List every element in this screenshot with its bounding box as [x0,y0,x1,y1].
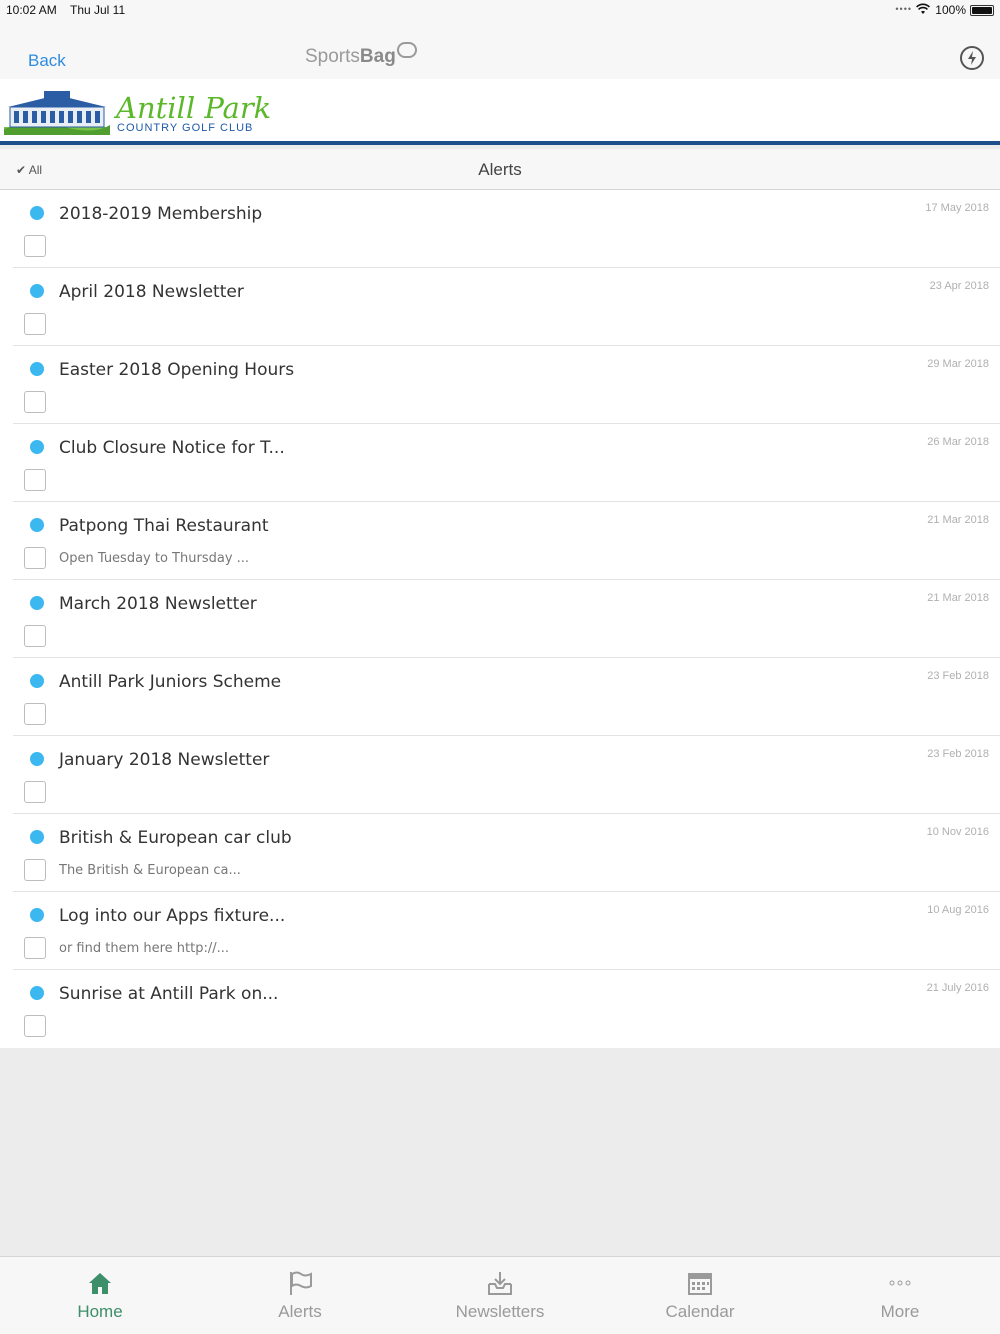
alerts-filter-bar: ✔ All Alerts [0,149,1000,190]
home-icon [86,1269,114,1297]
tab-label: Newsletters [455,1302,545,1321]
alert-date: 21 July 2016 [926,982,989,994]
unread-dot-icon [30,518,44,532]
alert-date: 29 Mar 2018 [927,358,989,370]
sportsbag-logo: SportsBag [305,42,417,68]
navigation-bar: Back SportsBag [0,22,1000,79]
unread-dot-icon [30,206,44,220]
tab-label: Calendar [665,1302,735,1321]
alert-title: Patpong Thai Restaurant [59,516,269,536]
alert-preview: The British & European ca... [59,863,241,878]
alert-date: 23 Feb 2018 [927,670,989,682]
chat-bubble-icon [396,42,417,58]
back-button[interactable]: Back [28,51,66,71]
alert-checkbox[interactable] [24,859,46,881]
alert-title: April 2018 Newsletter [59,282,244,302]
alert-title: British & European car club [59,828,292,848]
alert-preview: Open Tuesday to Thursday ... [59,551,250,566]
brand-bold-text: Bag [359,46,396,67]
tab-home[interactable]: Home [0,1257,200,1334]
battery-icon [970,5,994,16]
alerts-list: 2018-2019 Membership 17 May 2018 April 201… [0,190,1000,1048]
alert-row[interactable]: April 2018 Newsletter 23 Apr 2018 [13,268,1000,346]
tab-more[interactable]: More [800,1257,1000,1334]
alert-row[interactable]: Patpong Thai Restaurant Open Tuesday to T… [13,502,1000,580]
unread-dot-icon [30,830,44,844]
alert-row[interactable]: British & European car club The British &… [13,814,1000,892]
alert-title: 2018-2019 Membership [59,204,263,224]
tab-label: More [880,1302,920,1321]
alert-checkbox[interactable] [24,235,46,257]
tab-bar: Home Alerts Newsletters Calendar More [0,1256,1000,1334]
alert-checkbox[interactable] [24,781,46,803]
tab-label: Alerts [278,1302,322,1321]
alert-title: March 2018 Newsletter [59,594,257,614]
club-name: Antill Park [116,91,272,125]
unread-dot-icon [30,752,44,766]
unread-dot-icon [30,596,44,610]
brand-light-text: Sports [305,46,360,67]
unread-dot-icon [30,362,44,376]
alert-row[interactable]: Sunrise at Antill Park on... 21 July 2016 [13,970,1000,1048]
alert-date: 21 Mar 2018 [927,514,989,526]
alert-date: 17 May 2018 [925,202,989,214]
signal-icon: •••• [895,4,912,14]
club-header: Antill Park COUNTRY GOLF CLUB [0,79,1000,145]
alert-checkbox[interactable] [24,469,46,491]
clubhouse-logo-icon [4,89,110,140]
status-bar: 10:02 AM Thu Jul 11 •••• 100% [0,0,1000,22]
alert-date: 23 Feb 2018 [927,748,989,760]
flag-icon [286,1269,314,1297]
alert-checkbox[interactable] [24,625,46,647]
alert-checkbox[interactable] [24,1015,46,1037]
page-title: Alerts [478,160,522,179]
alert-title: January 2018 Newsletter [59,750,270,770]
alert-title: Log into our Apps fixture... [59,906,286,926]
alert-checkbox[interactable] [24,313,46,335]
alert-row[interactable]: Antill Park Juniors Scheme 23 Feb 2018 [13,658,1000,736]
unread-dot-icon [30,674,44,688]
unread-dot-icon [30,284,44,298]
alert-title: Sunrise at Antill Park on... [59,984,279,1004]
status-date: Thu Jul 11 [70,3,126,17]
alert-date: 23 Apr 2018 [929,280,989,292]
alert-title: Antill Park Juniors Scheme [59,672,282,692]
tab-label: Home [77,1302,123,1321]
alert-title: Easter 2018 Opening Hours [59,360,295,380]
alert-row[interactable]: March 2018 Newsletter 21 Mar 2018 [13,580,1000,658]
calendar-icon [686,1269,714,1297]
tab-newsletters[interactable]: Newsletters [400,1257,600,1334]
status-time: 10:02 AM [6,3,57,17]
alert-row[interactable]: January 2018 Newsletter 23 Feb 2018 [13,736,1000,814]
unread-dot-icon [30,440,44,454]
club-subtitle: COUNTRY GOLF CLUB [117,122,254,134]
alert-checkbox[interactable] [24,547,46,569]
inbox-download-icon [486,1269,514,1297]
unread-dot-icon [30,908,44,922]
alert-row[interactable]: Log into our Apps fixture... or find them… [13,892,1000,970]
alert-checkbox[interactable] [24,391,46,413]
alert-date: 10 Nov 2016 [926,826,989,838]
alert-preview: or find them here http://... [59,941,230,956]
more-dots-icon [886,1269,914,1297]
tab-calendar[interactable]: Calendar [600,1257,800,1334]
sync-icon[interactable] [960,46,984,70]
battery-percent: 100% [935,3,966,17]
alert-checkbox[interactable] [24,703,46,725]
alert-title: Club Closure Notice for T... [59,438,285,458]
tab-alerts[interactable]: Alerts [200,1257,400,1334]
alert-row[interactable]: Club Closure Notice for T... 26 Mar 2018 [13,424,1000,502]
alert-row[interactable]: Easter 2018 Opening Hours 29 Mar 2018 [13,346,1000,424]
unread-dot-icon [30,986,44,1000]
alert-row[interactable]: 2018-2019 Membership 17 May 2018 [13,190,1000,268]
wifi-icon [916,3,930,18]
alert-checkbox[interactable] [24,937,46,959]
alert-date: 26 Mar 2018 [927,436,989,448]
alert-date: 21 Mar 2018 [927,592,989,604]
alert-date: 10 Aug 2016 [927,904,989,916]
